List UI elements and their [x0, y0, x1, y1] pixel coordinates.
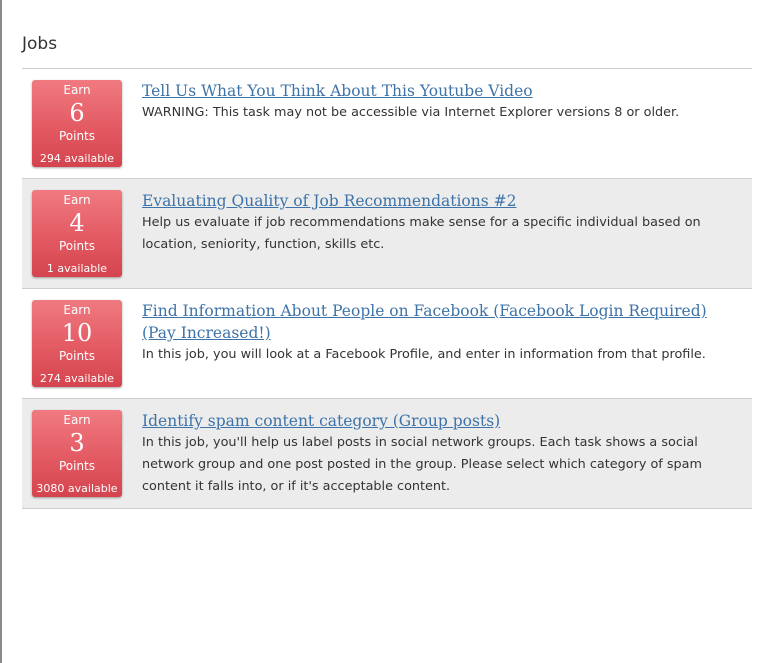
points-label: Points: [58, 239, 96, 253]
job-body: Identify spam content category (Group po…: [142, 410, 732, 498]
earn-label: Earn: [63, 413, 91, 427]
job-row: Earn 6 Points 294 available Tell Us What…: [22, 69, 752, 179]
job-row: Earn 4 Points 1 available Evaluating Qua…: [22, 179, 752, 289]
job-row: Earn 3 Points 3080 available Identify sp…: [22, 399, 752, 509]
job-title-link[interactable]: Identify spam content category (Group po…: [142, 410, 732, 432]
available-count: 1 available: [46, 262, 108, 275]
job-description: Help us evaluate if job recommendations …: [142, 215, 701, 252]
available-count: 3080 available: [36, 482, 118, 495]
points-value: 3: [69, 429, 85, 457]
available-count: 274 available: [39, 372, 115, 385]
earn-label: Earn: [63, 193, 91, 207]
available-count: 294 available: [39, 152, 115, 165]
points-value: 10: [61, 319, 93, 347]
points-badge: Earn 3 Points 3080 available: [32, 410, 122, 497]
job-body: Find Information About People on Faceboo…: [142, 300, 732, 366]
points-value: 4: [69, 209, 85, 237]
job-title-link[interactable]: Tell Us What You Think About This Youtub…: [142, 80, 732, 102]
points-value: 6: [69, 99, 85, 127]
jobs-list: Earn 6 Points 294 available Tell Us What…: [22, 68, 752, 509]
job-body: Tell Us What You Think About This Youtub…: [142, 80, 732, 124]
earn-label: Earn: [63, 303, 91, 317]
points-badge: Earn 4 Points 1 available: [32, 190, 122, 277]
page-title: Jobs: [22, 34, 58, 54]
job-title-link[interactable]: Evaluating Quality of Job Recommendation…: [142, 190, 732, 212]
points-label: Points: [58, 349, 96, 363]
points-badge: Earn 6 Points 294 available: [32, 80, 122, 167]
job-description: WARNING: This task may not be accessible…: [142, 105, 680, 120]
points-label: Points: [58, 129, 96, 143]
points-label: Points: [58, 459, 96, 473]
job-title-link[interactable]: Find Information About People on Faceboo…: [142, 300, 732, 344]
job-row: Earn 10 Points 274 available Find Inform…: [22, 289, 752, 399]
points-badge: Earn 10 Points 274 available: [32, 300, 122, 387]
job-description: In this job, you will look at a Facebook…: [142, 347, 706, 362]
job-body: Evaluating Quality of Job Recommendation…: [142, 190, 732, 256]
job-description: In this job, you'll help us label posts …: [142, 435, 702, 494]
earn-label: Earn: [63, 83, 91, 97]
window-left-border: [0, 0, 2, 663]
